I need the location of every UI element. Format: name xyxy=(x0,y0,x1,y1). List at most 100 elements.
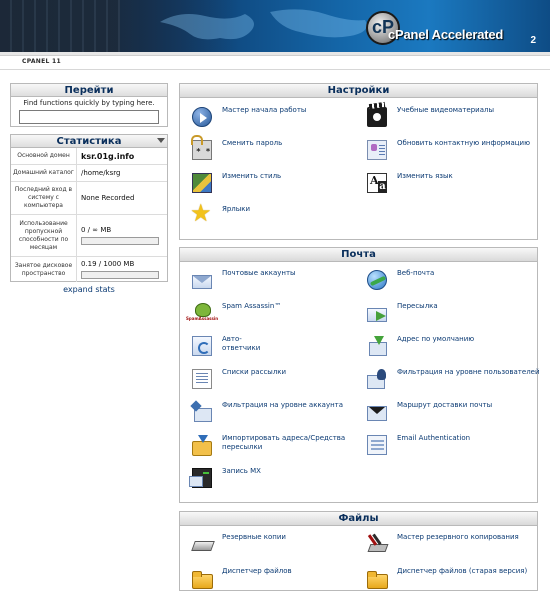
item-label: Запись MX xyxy=(222,467,261,475)
cpanel-version-label: CPANEL 11 xyxy=(22,58,61,65)
collapse-arrow-icon[interactable] xyxy=(157,138,165,143)
folder-icon xyxy=(367,568,388,589)
film-icon xyxy=(367,107,387,127)
mail-routing-item[interactable]: Маршрут доставки почты xyxy=(365,400,540,424)
expand-stats-link[interactable]: expand stats xyxy=(10,285,168,294)
contact-card-icon xyxy=(367,140,387,160)
quick-go-title: Перейти xyxy=(11,84,167,97)
default-address-icon xyxy=(367,336,387,356)
shortcuts-item[interactable]: Ярлыки xyxy=(190,199,365,228)
user-filters-item[interactable]: Фильтрация на уровне пользователей xyxy=(365,367,540,391)
logo-text: cPanel Accelerated xyxy=(388,27,504,42)
import-addresses-item[interactable]: Импортировать адреса/Средства пересылки xyxy=(190,433,365,457)
backup-wizard-item[interactable]: Мастер резервного копирования xyxy=(365,532,540,556)
mailing-list-icon xyxy=(192,369,212,389)
item-label: Email Authentication xyxy=(397,434,471,442)
backup-icon xyxy=(192,534,212,554)
account-filter-icon xyxy=(192,402,212,422)
stat-row: Последний вход в систему с компьютера No… xyxy=(11,182,167,215)
stat-row: Основной домен ksr.01g.info xyxy=(11,148,167,165)
spam-assassin-icon xyxy=(186,303,218,323)
mx-record-icon xyxy=(189,468,212,488)
mail-route-icon xyxy=(367,402,387,422)
item-label: Учебные видеоматериалы xyxy=(397,106,495,114)
bandwidth-progress-bar xyxy=(81,237,159,245)
setup-wizard-item[interactable]: Мастер начала работы xyxy=(190,105,365,129)
mailing-lists-item[interactable]: Списки рассылки xyxy=(190,367,365,391)
mail-icon xyxy=(192,274,212,289)
item-label: Адрес по умолчанию xyxy=(397,335,475,343)
default-address-item[interactable]: Адрес по умолчанию xyxy=(365,334,540,358)
webmail-item[interactable]: Веб-почта xyxy=(365,268,540,292)
play-icon xyxy=(192,107,212,127)
import-icon xyxy=(192,435,212,456)
stats-box: Статистика Основной домен ksr.01g.info Д… xyxy=(10,134,168,282)
header-banner: cP cPanel Accelerated 2 xyxy=(0,0,550,52)
stat-label: Основной домен xyxy=(11,148,77,164)
change-style-item[interactable]: Изменить стиль xyxy=(190,171,365,195)
item-label: Авто-ответчики xyxy=(222,335,261,352)
settings-panel: Настройки Мастер начала работы Учебные в… xyxy=(179,83,538,240)
item-label: Spam Assassin™ xyxy=(222,302,282,310)
stats-title: Статистика xyxy=(11,135,167,148)
email-accounts-item[interactable]: Почтовые аккаунты xyxy=(190,268,365,292)
mail-panel: Почта Почтовые аккаунты Веб-почта Spam A… xyxy=(179,247,540,503)
item-label: Диспетчер файлов xyxy=(222,567,292,575)
stat-label: Последний вход в систему с компьютера xyxy=(11,182,77,214)
spam-assassin-item[interactable]: Spam Assassin™ xyxy=(186,301,365,325)
contact-info-item[interactable]: Обновить контактную информацию xyxy=(365,138,540,162)
keyboard-graphic xyxy=(0,0,120,52)
stat-value: /home/ksrg xyxy=(81,169,121,177)
stat-value: None Recorded xyxy=(81,194,135,202)
email-authentication-item[interactable]: Email Authentication xyxy=(365,433,540,457)
change-password-item[interactable]: Сменить пароль xyxy=(190,135,365,162)
style-icon xyxy=(192,173,212,193)
item-label: Ярлыки xyxy=(222,205,251,213)
forward-icon xyxy=(367,307,387,322)
disk-progress-bar xyxy=(81,271,159,279)
item-label: Импортировать адреса/Средства пересылки xyxy=(222,434,346,451)
item-label: Почтовые аккаунты xyxy=(222,269,296,277)
quick-go-box: Перейти Find functions quickly by typing… xyxy=(10,83,168,127)
item-label: Маршрут доставки почты xyxy=(397,401,493,409)
forwarders-item[interactable]: Пересылка xyxy=(365,301,540,325)
file-manager-item[interactable]: Диспетчер файлов xyxy=(190,566,365,590)
item-label: Фильтрация на уровне аккаунта xyxy=(222,401,344,409)
stat-value: ksr.01g.info xyxy=(81,151,135,161)
stat-row: Домашний каталог /home/ksrg xyxy=(11,165,167,182)
lock-icon xyxy=(191,135,212,160)
legacy-file-manager-item[interactable]: Диспетчер файлов (старая версия) xyxy=(365,566,540,590)
stat-value: 0 / ∞ MB xyxy=(81,226,112,234)
video-tutorials-item[interactable]: Учебные видеоматериалы xyxy=(365,105,540,129)
language-icon xyxy=(367,173,387,193)
item-label: Мастер начала работы xyxy=(222,106,307,114)
item-label: Списки рассылки xyxy=(222,368,287,376)
item-label: Обновить контактную информацию xyxy=(397,139,530,147)
webmail-icon xyxy=(367,270,387,290)
stat-label: Занятое дисковое пространство xyxy=(11,257,77,282)
autoresponders-item[interactable]: Авто-ответчики xyxy=(190,334,365,358)
item-label: Изменить язык xyxy=(397,172,453,180)
stat-row: Занятое дисковое пространство 0.19 / 100… xyxy=(11,257,167,282)
folder-icon xyxy=(192,568,213,589)
stat-label: Домашний каталог xyxy=(11,165,77,181)
cpanel-logo[interactable]: cP cPanel Accelerated 2 xyxy=(366,5,536,49)
change-language-item[interactable]: Изменить язык xyxy=(365,171,540,195)
stat-value: 0.19 / 1000 MB xyxy=(81,260,135,268)
mx-record-item[interactable]: Запись MX xyxy=(189,466,365,490)
files-title: Файлы xyxy=(180,512,537,526)
item-label: Веб-почта xyxy=(397,269,435,277)
autoresponder-icon xyxy=(192,336,212,356)
stat-row: Использование пропускной способности по … xyxy=(11,215,167,257)
account-filters-item[interactable]: Фильтрация на уровне аккаунта xyxy=(190,400,365,424)
item-label: Фильтрация на уровне пользователей xyxy=(397,368,540,376)
item-label: Резервные копии xyxy=(222,533,286,541)
quick-go-input[interactable] xyxy=(19,110,159,124)
item-label: Сменить пароль xyxy=(222,139,283,147)
item-label: Диспетчер файлов (старая версия) xyxy=(397,567,528,575)
logo-version-mark: 2 xyxy=(530,35,536,46)
backups-item[interactable]: Резервные копии xyxy=(190,532,365,556)
backup-wizard-icon xyxy=(367,534,387,554)
email-auth-icon xyxy=(367,435,387,455)
settings-title: Настройки xyxy=(180,84,537,98)
